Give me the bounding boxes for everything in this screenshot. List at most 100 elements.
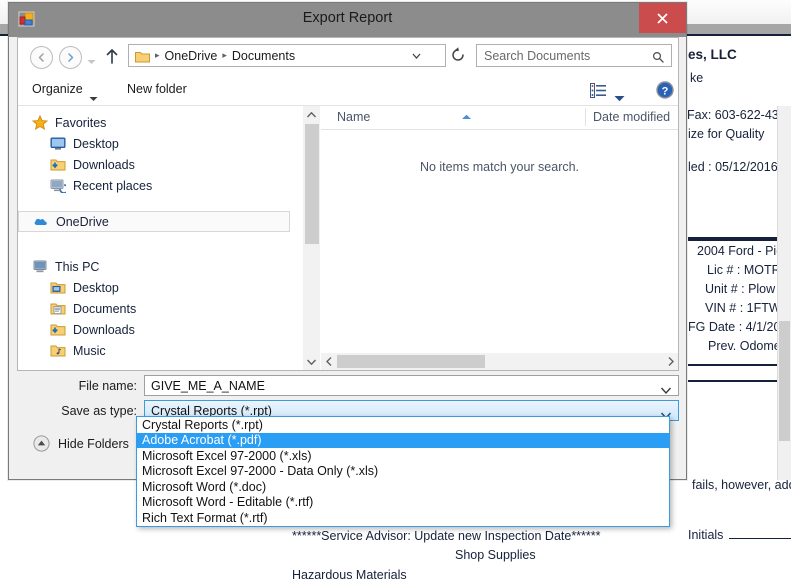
navpane-vertical-scrollbar[interactable] [303, 106, 320, 370]
report-hazardous-materials: Hazardous Materials [292, 568, 407, 582]
organize-button[interactable]: Organize [32, 82, 83, 96]
search-placeholder: Search Documents [484, 48, 591, 63]
navpane-scrollbar-thumb[interactable] [305, 124, 319, 244]
background-scrollbar-thumb[interactable] [779, 321, 790, 441]
collapse-up-icon [33, 435, 50, 452]
hide-folders-button[interactable]: Hide Folders [33, 435, 129, 452]
sidebar-item-pc-music[interactable]: Music [18, 340, 290, 361]
column-divider[interactable] [585, 108, 586, 126]
dropdown-option[interactable]: Crystal Reports (*.rpt) [137, 417, 669, 433]
sidebar-item-recent-places[interactable]: Recent places [18, 175, 290, 196]
report-rule-3 [688, 380, 791, 382]
close-icon[interactable] [639, 3, 686, 33]
save-as-type-label: Save as type: [61, 404, 137, 418]
dialog-title: Export Report [302, 10, 393, 26]
empty-list-message: No items match your search. [419, 160, 580, 174]
address-bar[interactable]: ▸ OneDrive ▸ Documents [128, 44, 446, 67]
sidebar-item-this-pc[interactable]: This PC [18, 256, 290, 277]
sidebar-item-onedrive[interactable]: OneDrive [18, 211, 290, 232]
sort-ascending-icon [461, 107, 472, 119]
dropdown-option[interactable]: Microsoft Excel 97-2000 - Data Only (*.x… [137, 464, 669, 480]
music-folder-icon [50, 343, 66, 358]
sidebar-item-label: Documents [73, 301, 137, 316]
file-name-value: GIVE_ME_A_NAME [151, 378, 265, 393]
column-header-date-modified[interactable]: Date modified [593, 110, 670, 124]
sidebar-item-downloads[interactable]: Downloads [18, 154, 290, 175]
cloud-icon [33, 214, 49, 229]
dropdown-option[interactable]: Microsoft Word - Editable (*.rtf) [137, 495, 669, 511]
folder-icon [135, 50, 150, 62]
background-vertical-scrollbar[interactable] [777, 106, 791, 480]
new-folder-button[interactable]: New folder [127, 82, 187, 96]
dropdown-option[interactable]: Microsoft Excel 97-2000 (*.xls) [137, 448, 669, 464]
navigation-pane: Favorites Desktop Downloads Recent place… [18, 106, 303, 370]
sidebar-item-label: Desktop [73, 136, 119, 151]
breadcrumb-documents[interactable]: Documents [232, 49, 295, 63]
computer-icon [32, 259, 48, 274]
sidebar-item-label: Music [73, 343, 106, 358]
report-mfg-date: FG Date : 4/1/2004 [688, 320, 791, 334]
report-rule-2 [688, 364, 791, 366]
report-tagline: ize for Quality [688, 127, 765, 141]
view-layout-icon[interactable] [590, 83, 606, 98]
report-initials-rule [729, 538, 791, 539]
sidebar-item-pc-documents[interactable]: Documents [18, 298, 290, 319]
sidebar-item-label: This PC [55, 259, 100, 274]
file-list-scrollbar-thumb[interactable] [337, 355, 485, 368]
breadcrumb-separator: ▸ [155, 50, 160, 60]
export-report-dialog: Export Report ▸ OneDrive ▸ Documents Sea… [8, 2, 687, 480]
up-arrow-icon[interactable] [104, 48, 120, 65]
dialog-title-bar[interactable]: Export Report [9, 3, 686, 37]
sidebar-item-label: Desktop [73, 280, 119, 295]
report-vehicle-box [688, 237, 791, 241]
report-fax-line: Fax: 603-622-4340 [687, 108, 791, 122]
star-icon [31, 114, 49, 131]
scroll-up-icon[interactable] [303, 106, 320, 123]
column-header-name[interactable]: Name [337, 110, 370, 124]
dropdown-option[interactable]: Microsoft Word (*.doc) [137, 479, 669, 495]
report-contact-line: ke [690, 71, 704, 85]
report-shop-supplies: Shop Supplies [455, 548, 536, 562]
dropdown-option-selected[interactable]: Adobe Acrobat (*.pdf) [137, 432, 669, 448]
dropdown-option[interactable]: Rich Text Format (*.rtf) [137, 510, 669, 526]
scroll-down-icon[interactable] [303, 353, 320, 370]
scroll-left-icon[interactable] [321, 353, 336, 370]
file-name-input[interactable]: GIVE_ME_A_NAME [144, 375, 679, 396]
breadcrumb-onedrive[interactable]: OneDrive [165, 49, 218, 63]
back-icon[interactable] [30, 46, 53, 69]
save-as-type-dropdown-list[interactable]: Crystal Reports (*.rpt) Adobe Acrobat (*… [136, 416, 670, 527]
hide-folders-label: Hide Folders [58, 436, 129, 451]
chevron-down-icon[interactable] [86, 53, 97, 64]
desktop-icon [50, 136, 66, 151]
file-list-pane: Name Date modified No items match your s… [321, 106, 678, 370]
sidebar-item-pc-desktop[interactable]: Desktop [18, 277, 290, 298]
chevron-down-icon[interactable] [89, 89, 98, 101]
file-list-header: Name Date modified [321, 106, 678, 130]
chevron-down-icon[interactable] [410, 49, 423, 62]
navigation-bar: ▸ OneDrive ▸ Documents Search Documents [18, 38, 678, 75]
refresh-icon[interactable] [449, 46, 467, 64]
sidebar-item-label: Downloads [73, 157, 135, 172]
command-bar: Organize New folder ? [18, 74, 678, 106]
search-input[interactable]: Search Documents [476, 44, 672, 67]
forward-icon[interactable] [59, 46, 82, 69]
sidebar-item-label: Favorites [55, 115, 107, 130]
search-icon[interactable] [652, 50, 664, 63]
sidebar-item-label: Downloads [73, 322, 135, 337]
sidebar-item-favorites[interactable]: Favorites [18, 112, 290, 133]
file-list-horizontal-scrollbar[interactable] [321, 353, 678, 370]
sidebar-item-pc-downloads[interactable]: Downloads [18, 319, 290, 340]
downloads-folder-icon [50, 157, 66, 172]
report-unit: Unit # : Plow [705, 282, 776, 296]
report-initials-label: Initials [688, 528, 724, 542]
scroll-right-icon[interactable] [663, 353, 678, 370]
chevron-down-icon[interactable] [660, 382, 672, 395]
help-icon[interactable]: ? [656, 81, 674, 99]
sidebar-item-desktop[interactable]: Desktop [18, 133, 290, 154]
report-service-advisor-note: ******Service Advisor: Update new Inspec… [292, 529, 601, 543]
chevron-down-icon[interactable] [614, 89, 625, 102]
browser-panes: Favorites Desktop Downloads Recent place… [18, 106, 678, 370]
sidebar-item-label: OneDrive [56, 214, 109, 229]
chevron-down-icon[interactable] [660, 407, 672, 420]
